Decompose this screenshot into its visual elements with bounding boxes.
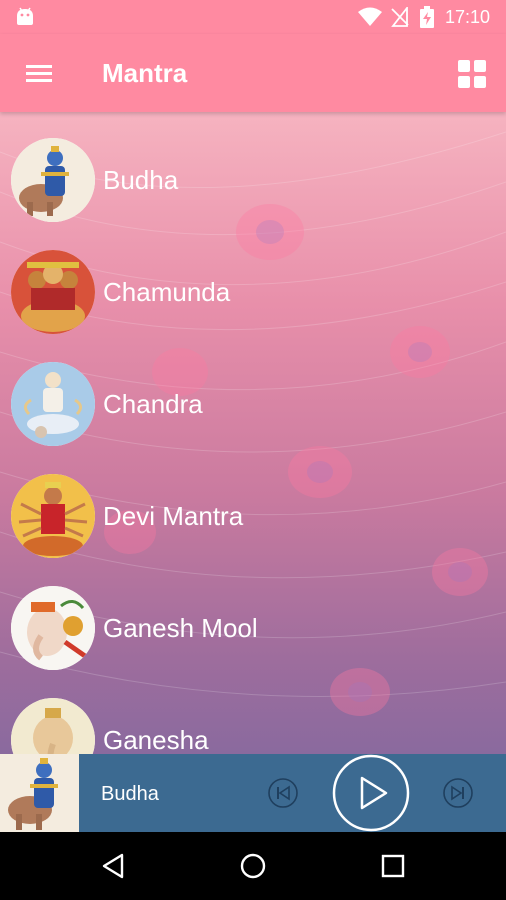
mantra-item-devi-mantra[interactable]: Devi Mantra	[0, 448, 506, 560]
mantra-item-chamunda[interactable]: Chamunda	[0, 224, 506, 336]
page-title: Mantra	[102, 58, 188, 88]
mantra-item-ganesha[interactable]: Ganesha	[0, 672, 506, 754]
wifi-icon	[358, 7, 382, 26]
mantra-list[interactable]: Budha Chamunda Chandra Devi Mantra Ganes…	[0, 112, 506, 754]
app-bar: Mantra	[0, 34, 506, 112]
mantra-label: Ganesh Mool	[103, 613, 258, 643]
now-playing-thumbnail[interactable]	[0, 754, 79, 832]
recents-square-icon	[381, 854, 405, 878]
ganesha-deity-image	[11, 698, 95, 754]
home-button[interactable]	[238, 851, 268, 881]
mantra-label: Ganesha	[103, 725, 209, 754]
skip-previous-button[interactable]	[266, 776, 300, 810]
status-bar: 17:10	[0, 0, 506, 34]
mantra-label: Chandra	[103, 389, 203, 419]
system-navigation-bar	[0, 832, 506, 900]
ganesh-mool-deity-image	[11, 586, 95, 670]
play-icon	[332, 754, 410, 832]
skip-next-button[interactable]	[441, 776, 475, 810]
mantra-item-chandra[interactable]: Chandra	[0, 336, 506, 448]
play-button[interactable]	[331, 754, 411, 834]
recents-button[interactable]	[378, 851, 408, 881]
back-button[interactable]	[98, 851, 128, 881]
now-playing-title: Budha	[101, 783, 159, 805]
android-icon	[17, 7, 33, 25]
devi-deity-image	[11, 474, 95, 558]
no-sim-icon	[391, 7, 409, 27]
chamunda-deity-image	[11, 250, 95, 334]
grid-view-button[interactable]	[456, 58, 488, 90]
battery-charging-icon	[420, 6, 434, 28]
mantra-item-ganesh-mool[interactable]: Ganesh Mool	[0, 560, 506, 672]
menu-button[interactable]	[22, 60, 56, 86]
skip-previous-icon	[268, 778, 298, 808]
budha-deity-image	[11, 138, 95, 222]
mantra-label: Chamunda	[103, 277, 231, 307]
chandra-deity-image	[11, 362, 95, 446]
hamburger-menu-icon	[26, 65, 52, 82]
grid-view-icon	[458, 60, 486, 88]
skip-next-icon	[443, 778, 473, 808]
status-clock: 17:10	[445, 7, 491, 27]
mantra-label: Devi Mantra	[103, 501, 244, 531]
mantra-item-budha[interactable]: Budha	[0, 112, 506, 224]
mantra-label: Budha	[103, 165, 179, 195]
back-triangle-icon	[102, 853, 124, 879]
mini-player: Budha	[0, 754, 506, 832]
home-circle-icon	[240, 853, 266, 879]
